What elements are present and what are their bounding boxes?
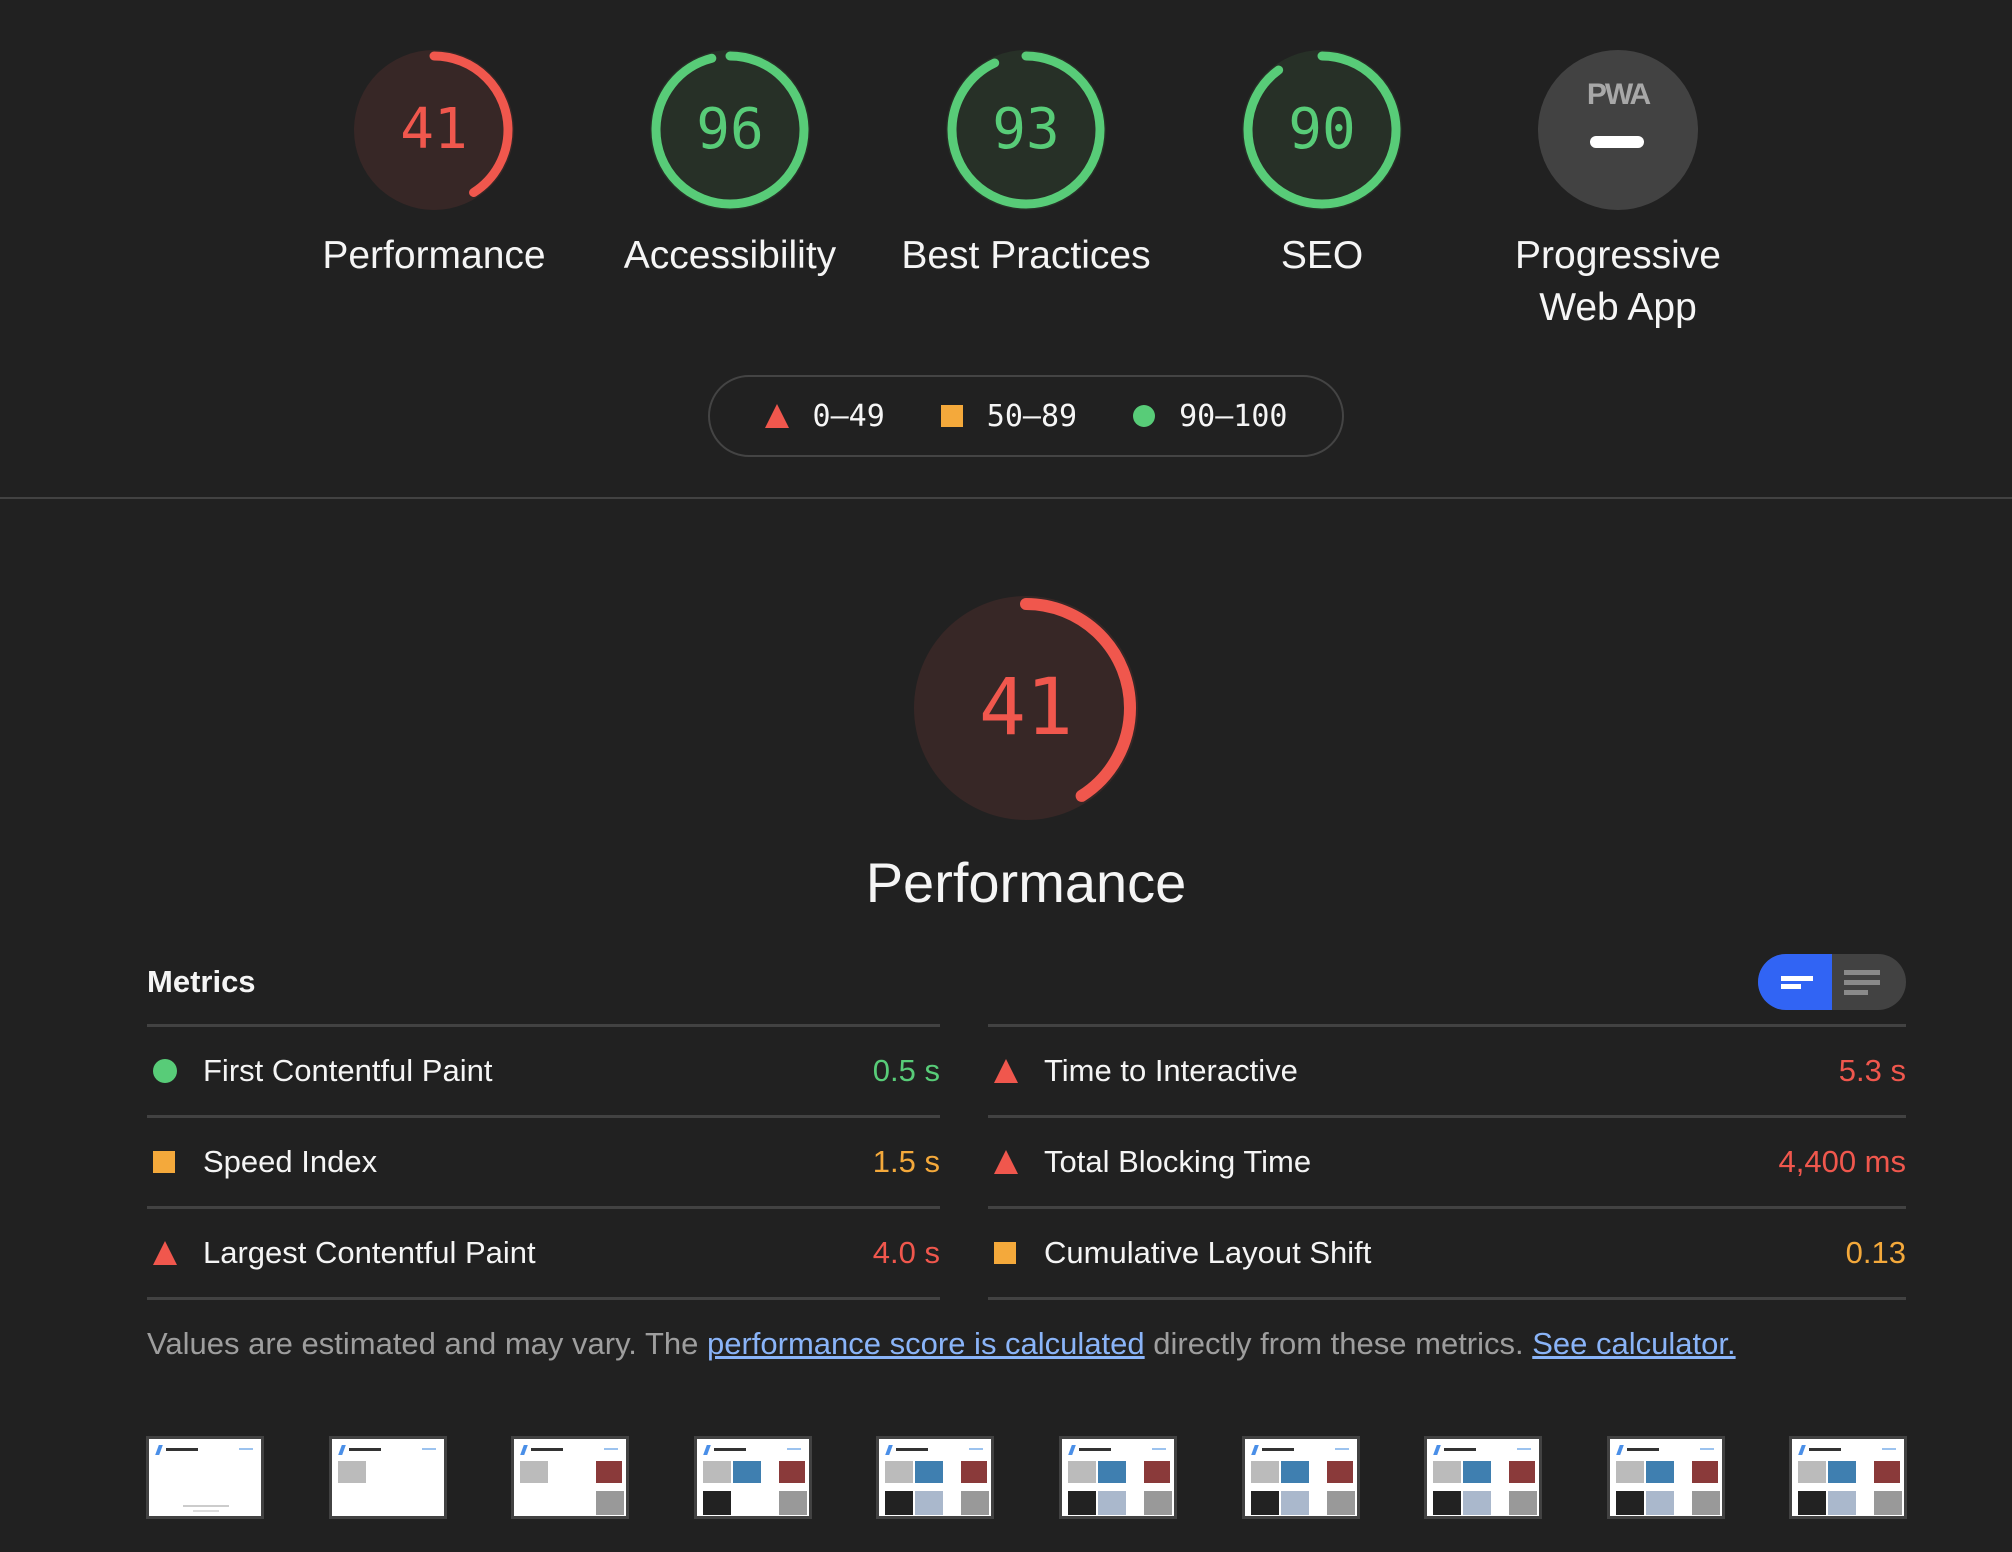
average-square-icon bbox=[153, 1151, 175, 1173]
metric-value: 4.0 s bbox=[872, 1235, 940, 1270]
gauge-score: 41 bbox=[979, 663, 1073, 753]
metrics-column-right: Time to Interactive 5.3 s Total Blocking… bbox=[988, 1024, 1906, 1300]
filmstrip-frame bbox=[511, 1436, 629, 1519]
metric-value: 0.13 bbox=[1845, 1235, 1906, 1270]
legend-range: 90–100 bbox=[1179, 398, 1288, 434]
metrics-heading: Metrics bbox=[147, 964, 256, 999]
square-icon bbox=[940, 405, 963, 427]
filmstrip-frame bbox=[1789, 1436, 1907, 1519]
gauge-accessibility[interactable]: 96 bbox=[650, 50, 810, 210]
filmstrip-frame bbox=[1242, 1436, 1360, 1519]
metric-label: Speed Index bbox=[203, 1144, 378, 1179]
metric-label: First Contentful Paint bbox=[203, 1053, 493, 1088]
legend-item-average: 50–89 bbox=[940, 398, 1078, 434]
detailed-view-button[interactable] bbox=[1832, 954, 1906, 1010]
legend-item-pass: 90–100 bbox=[1133, 399, 1287, 434]
metric-value: 1.5 s bbox=[872, 1144, 940, 1179]
category-best-practices[interactable]: 93 Best Practices bbox=[878, 50, 1174, 282]
circle-icon bbox=[1133, 405, 1156, 427]
gauge-label: Best Practices bbox=[901, 234, 1151, 277]
note-text: Values are estimated and may vary. The bbox=[147, 1326, 707, 1361]
legend-range: 0–49 bbox=[812, 398, 885, 434]
gauge-pwa[interactable]: PWA bbox=[1538, 50, 1698, 210]
fail-triangle-icon bbox=[994, 1150, 1018, 1174]
gauge-score: 96 bbox=[696, 97, 764, 162]
filmstrip-frame bbox=[146, 1436, 264, 1519]
note-text: directly from these metrics. bbox=[1144, 1326, 1533, 1361]
pwa-badge-icon: PWA bbox=[1586, 78, 1651, 111]
filmstrip-frame bbox=[694, 1436, 812, 1519]
gauge-ring bbox=[1538, 50, 1698, 210]
filmstrip-frame bbox=[1424, 1436, 1542, 1519]
metric-label: Cumulative Layout Shift bbox=[1044, 1235, 1372, 1270]
metric-label: Largest Contentful Paint bbox=[203, 1235, 536, 1270]
metrics-view-toggle[interactable] bbox=[1758, 954, 1906, 1010]
metric-value: 4,400 ms bbox=[1778, 1144, 1906, 1179]
metric-label: Total Blocking Time bbox=[1044, 1144, 1312, 1179]
metrics-disclaimer: Values are estimated and may vary. The p… bbox=[147, 1326, 1736, 1362]
performance-title: Performance bbox=[865, 851, 1187, 914]
legend-item-fail: 0–49 bbox=[764, 398, 885, 434]
gauge-score: 41 bbox=[400, 97, 468, 162]
average-square-icon bbox=[994, 1242, 1016, 1264]
filmstrip-frame bbox=[876, 1436, 994, 1519]
gauge-label: SEO bbox=[1280, 234, 1364, 277]
gauge-seo[interactable]: 90 bbox=[1242, 50, 1402, 210]
gauge-label: Progressive Web App bbox=[1470, 230, 1766, 334]
gauge-label-line1: Progressive bbox=[1515, 234, 1721, 277]
gauge-label: Accessibility bbox=[623, 234, 837, 277]
metric-speed-index: Speed Index 1.5 s bbox=[147, 1115, 940, 1206]
category-accessibility[interactable]: 96 Accessibility bbox=[582, 50, 878, 282]
metric-value: 5.3 s bbox=[1838, 1053, 1906, 1088]
gauge-label-line2: Web App bbox=[1539, 286, 1697, 329]
pass-circle-icon bbox=[153, 1059, 177, 1083]
legend-range: 50–89 bbox=[986, 398, 1078, 434]
metric-total-blocking-time: Total Blocking Time 4,400 ms bbox=[988, 1115, 1906, 1206]
not-applicable-dash-icon bbox=[1590, 136, 1644, 148]
gauge-score: 93 bbox=[992, 97, 1060, 162]
see-calculator-link[interactable]: See calculator. bbox=[1532, 1326, 1735, 1361]
score-calculation-link[interactable]: performance score is calculated bbox=[707, 1326, 1145, 1361]
category-pwa[interactable]: PWA Progressive Web App bbox=[1470, 50, 1766, 334]
metrics-column-left: First Contentful Paint 0.5 s Speed Index… bbox=[147, 1024, 940, 1300]
metric-time-to-interactive: Time to Interactive 5.3 s bbox=[988, 1024, 1906, 1115]
filmstrip-frame bbox=[1607, 1436, 1725, 1519]
summary-view-button[interactable] bbox=[1758, 954, 1832, 1010]
gauge-bg bbox=[1538, 50, 1698, 210]
filmstrip-frame bbox=[329, 1436, 447, 1519]
metric-cumulative-layout-shift: Cumulative Layout Shift 0.13 bbox=[988, 1206, 1906, 1300]
metric-label: Time to Interactive bbox=[1044, 1053, 1298, 1088]
gauge-score: 90 bbox=[1288, 97, 1356, 162]
gauge-performance[interactable]: 41 bbox=[354, 50, 514, 210]
metric-value: 0.5 s bbox=[872, 1053, 940, 1088]
gauge-label: Performance bbox=[322, 234, 546, 277]
performance-gauge-large: 41 bbox=[914, 596, 1138, 820]
fail-triangle-icon bbox=[153, 1241, 177, 1265]
triangle-icon bbox=[764, 404, 789, 428]
score-scale-legend: 0–49 50–89 90–100 bbox=[708, 375, 1344, 457]
category-seo[interactable]: 90 SEO bbox=[1174, 50, 1470, 282]
metric-largest-contentful-paint: Largest Contentful Paint 4.0 s bbox=[147, 1206, 940, 1300]
metric-first-contentful-paint: First Contentful Paint 0.5 s bbox=[147, 1024, 940, 1115]
category-performance[interactable]: 41 Performance bbox=[286, 50, 582, 282]
fail-triangle-icon bbox=[994, 1059, 1018, 1083]
filmstrip-frame bbox=[1059, 1436, 1177, 1519]
gauge-best-practices[interactable]: 93 bbox=[946, 50, 1106, 210]
section-divider bbox=[0, 497, 2012, 499]
